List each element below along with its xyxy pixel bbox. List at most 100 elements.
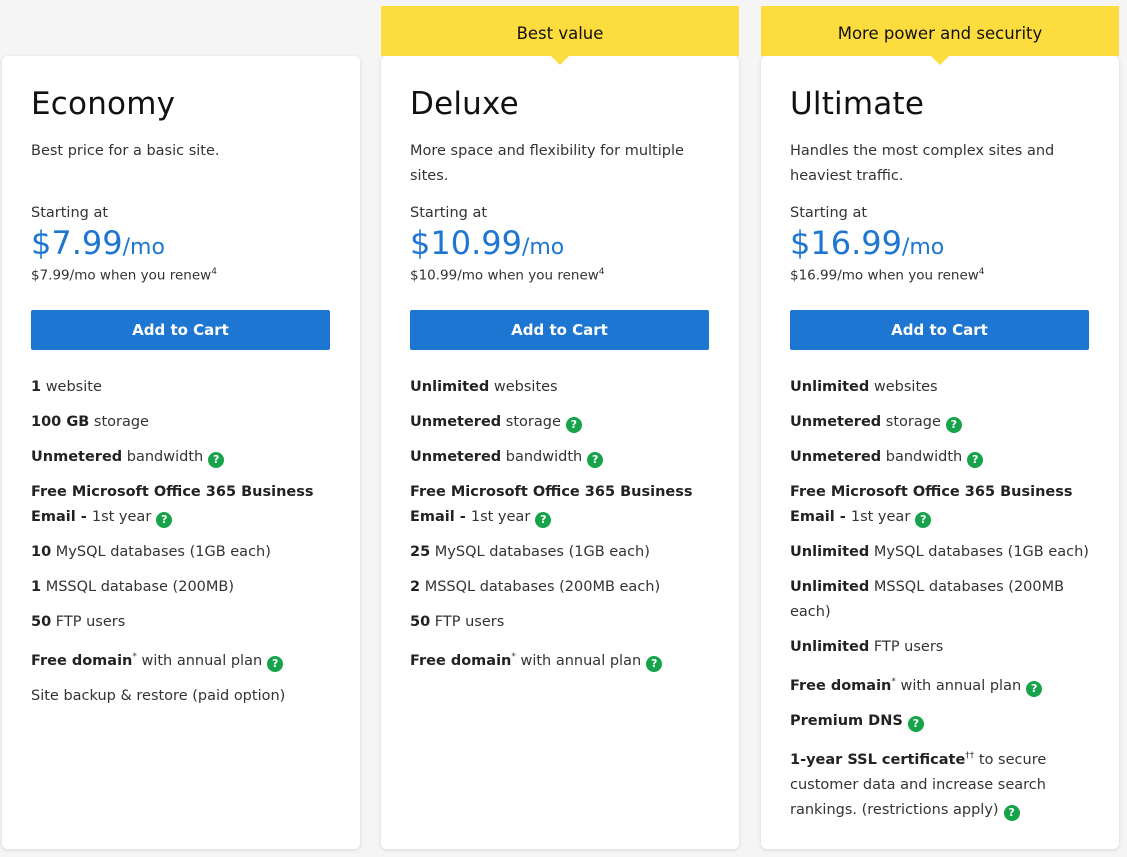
help-icon[interactable]: ? <box>208 452 225 468</box>
feature-highlight: 1 <box>31 379 42 395</box>
feature-item: Free domain* with annual plan? <box>410 645 715 674</box>
renew-footnote: 4 <box>211 267 217 277</box>
feature-highlight: Unmetered <box>410 414 502 430</box>
feature-list: Unlimited websites Unmetered storage? Unme… <box>790 375 1095 833</box>
starting-at-label: Starting at <box>31 205 109 221</box>
renew-text: $16.99/mo when you renew <box>790 267 979 284</box>
feature-item: Unlimited websites <box>410 375 715 400</box>
feature-highlight: Premium DNS <box>790 712 903 729</box>
feature-highlight: Free domain <box>790 677 892 694</box>
plan-description: Best price for a basic site. <box>31 143 220 159</box>
feature-text: MySQL databases (1GB each) <box>51 544 271 560</box>
help-icon[interactable]: ? <box>1026 680 1043 697</box>
feature-highlight: Unlimited <box>790 544 870 560</box>
feature-footnote: †† <box>965 750 975 761</box>
feature-text: MySQL databases (1GB each) <box>430 544 650 560</box>
plan-description: More space and flexibility for multiple … <box>410 143 684 184</box>
feature-text: FTP users <box>430 614 505 630</box>
price-unit: /mo <box>521 235 565 260</box>
price-unit: /mo <box>122 235 165 260</box>
help-icon[interactable]: ? <box>646 655 663 672</box>
feature-highlight: 1-year SSL certificate <box>790 751 966 768</box>
renew-text: $10.99/mo when you renew <box>410 267 599 284</box>
feature-text: FTP users <box>51 614 126 630</box>
feature-item: Unmetered bandwidth? <box>31 445 336 470</box>
add-to-cart-button[interactable]: Add to Cart <box>31 310 330 350</box>
feature-text: storage <box>501 414 561 430</box>
plan-card-deluxe: Deluxe More space and flexibility for mu… <box>381 56 739 849</box>
feature-highlight: 50 <box>410 614 431 630</box>
feature-item: Premium DNS? <box>790 709 1095 734</box>
help-icon[interactable]: ? <box>967 452 984 468</box>
starting-at-label: Starting at <box>410 205 488 221</box>
price-amount: $7.99 <box>31 224 123 262</box>
add-to-cart-button[interactable]: Add to Cart <box>410 310 709 350</box>
feature-highlight: 1 <box>31 579 42 595</box>
plan-description: Handles the most complex sites and heavi… <box>790 143 1055 184</box>
feature-text: with annual plan <box>136 652 263 669</box>
feature-item: 25 MySQL databases (1GB each) <box>410 540 715 565</box>
feature-highlight: 2 <box>410 579 421 595</box>
feature-highlight: Unmetered <box>790 414 882 430</box>
feature-highlight: Free domain <box>410 652 512 669</box>
add-to-cart-button[interactable]: Add to Cart <box>790 310 1089 350</box>
feature-text: Site backup & restore (paid option) <box>31 687 286 704</box>
price: $7.99/mo <box>31 224 165 262</box>
feature-item: 2 MSSQL databases (200MB each) <box>410 575 715 600</box>
help-icon[interactable]: ? <box>267 655 284 672</box>
feature-item: Unmetered storage? <box>790 410 1095 435</box>
feature-text: website <box>41 379 102 395</box>
feature-highlight: Unlimited <box>790 579 870 595</box>
feature-item: Free Microsoft Office 365 Business Email… <box>31 480 336 530</box>
feature-item: Unlimited MSSQL databases (200MB each) <box>790 575 1095 625</box>
price: $16.99/mo <box>790 224 944 262</box>
feature-item: Unmetered bandwidth? <box>410 445 715 470</box>
starting-at-label: Starting at <box>790 205 868 221</box>
feature-highlight: 100 GB <box>31 414 90 430</box>
feature-text: 1st year <box>91 509 152 525</box>
feature-text: bandwidth <box>881 449 963 465</box>
banner-best-value: Best value <box>381 6 739 65</box>
feature-highlight: Unlimited <box>790 379 870 395</box>
plan-name: Economy <box>31 86 176 122</box>
renew-price: $16.99/mo when you renew4 <box>790 267 985 284</box>
feature-item: 1 MSSQL database (200MB) <box>31 575 336 600</box>
feature-item: Unmetered bandwidth? <box>790 445 1095 470</box>
feature-highlight: Unmetered <box>410 449 502 465</box>
renew-footnote: 4 <box>598 267 605 277</box>
feature-text: MySQL databases (1GB each) <box>869 544 1089 560</box>
feature-item: Unmetered storage? <box>410 410 715 435</box>
help-icon[interactable]: ? <box>1003 804 1020 821</box>
plan-name: Deluxe <box>410 86 519 122</box>
help-icon[interactable]: ? <box>565 417 582 433</box>
feature-highlight: Unlimited <box>790 639 870 655</box>
feature-item: Free domain* with annual plan? <box>31 645 336 674</box>
plan-card-ultimate: Ultimate Handles the most complex sites … <box>761 56 1119 849</box>
feature-text: bandwidth <box>122 449 204 465</box>
plan-card-economy: Economy Best price for a basic site. Sta… <box>2 56 360 849</box>
feature-highlight: Free Microsoft Office 365 Business Email… <box>31 484 314 525</box>
feature-text: 1st year <box>850 509 911 525</box>
help-icon[interactable]: ? <box>587 452 604 468</box>
help-icon[interactable]: ? <box>156 512 173 528</box>
price-amount: $16.99 <box>790 224 902 262</box>
feature-item: 50 FTP users <box>410 610 715 635</box>
feature-item: Free domain* with annual plan? <box>790 670 1095 699</box>
feature-highlight: 50 <box>31 614 52 630</box>
feature-highlight: Unlimited <box>410 379 490 395</box>
help-icon[interactable]: ? <box>945 417 962 433</box>
feature-item: Free Microsoft Office 365 Business Email… <box>790 480 1095 530</box>
feature-text: websites <box>869 379 938 395</box>
feature-text: MSSQL databases (200MB each) <box>420 579 661 595</box>
help-icon[interactable]: ? <box>915 512 932 528</box>
help-icon[interactable]: ? <box>535 512 552 528</box>
price-amount: $10.99 <box>410 224 522 262</box>
price: $10.99/mo <box>410 224 564 262</box>
feature-item: 100 GB storage <box>31 410 336 435</box>
feature-highlight: Unmetered <box>31 449 123 465</box>
feature-item: Unlimited MySQL databases (1GB each) <box>790 540 1095 565</box>
feature-text: bandwidth <box>501 449 583 465</box>
feature-highlight: Free Microsoft Office 365 Business Email… <box>410 484 693 525</box>
feature-text: storage <box>89 414 149 430</box>
help-icon[interactable]: ? <box>907 715 924 732</box>
